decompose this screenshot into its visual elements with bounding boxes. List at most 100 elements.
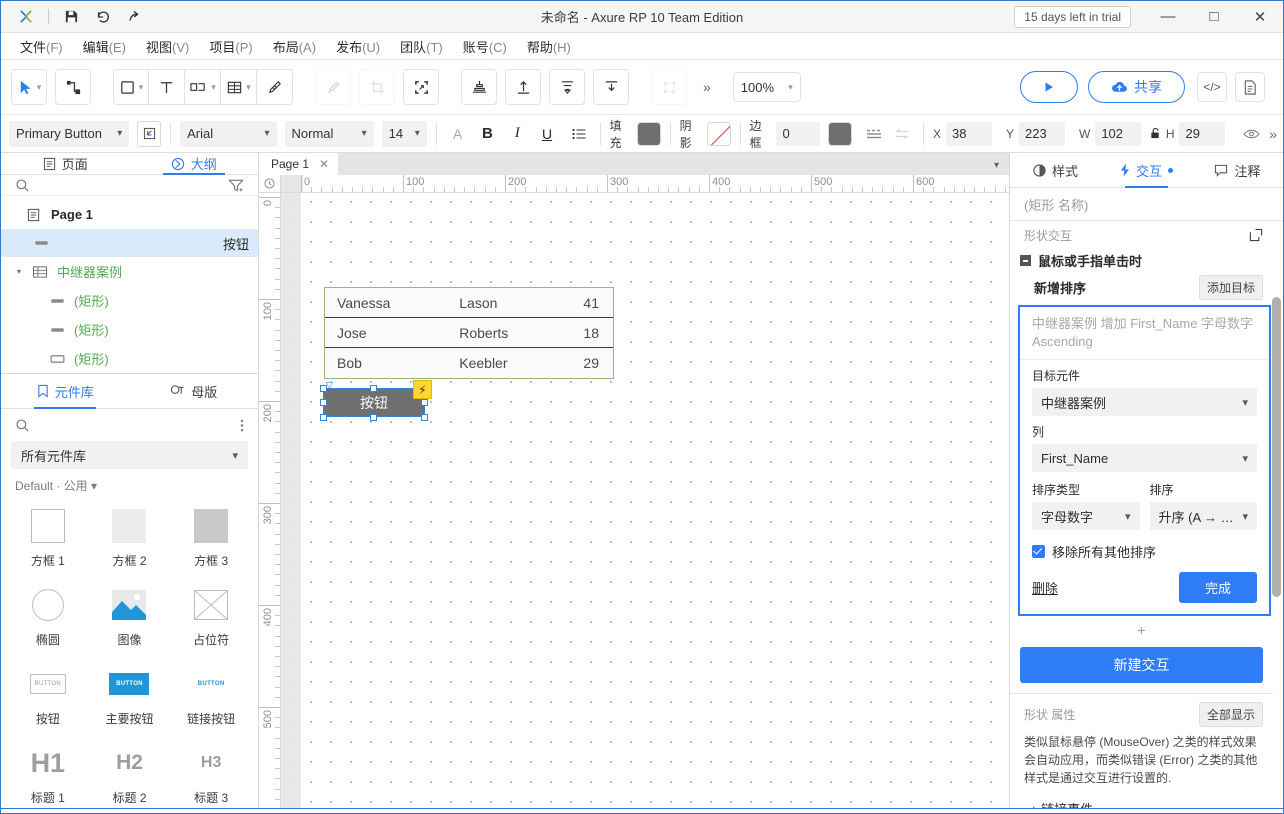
tree-item-page1[interactable]: Page 1 <box>1 200 258 229</box>
tree-item-button[interactable]: 按钮 <box>1 229 258 257</box>
menu-view[interactable]: 视图(V) <box>137 33 198 60</box>
share-button[interactable]: 共享 <box>1088 71 1185 103</box>
font-family-select[interactable]: Arial ▾ <box>180 121 276 147</box>
menu-edit[interactable]: 编辑(E) <box>74 33 135 60</box>
tree-item-rect-2[interactable]: (矩形) <box>1 315 258 344</box>
resize-handle-s[interactable] <box>370 414 377 421</box>
align-group-icon[interactable] <box>461 69 497 105</box>
more-vertical-icon[interactable] <box>240 418 244 433</box>
italic-icon[interactable]: I <box>505 121 529 147</box>
library-select[interactable]: 所有元件库 ▾ <box>11 441 248 469</box>
w-input[interactable] <box>1095 122 1141 146</box>
filter-add-icon[interactable] <box>228 178 244 193</box>
ruler-corner-button[interactable] <box>259 175 281 193</box>
minimize-button[interactable]: — <box>1145 1 1191 33</box>
sort-type-select[interactable]: 字母数字 ▾ <box>1032 502 1140 530</box>
border-width-input[interactable] <box>776 122 820 146</box>
lightning-icon[interactable]: ⚡ <box>413 380 432 399</box>
search-icon[interactable] <box>15 178 30 193</box>
zoom-select[interactable]: 100% ▾ <box>733 72 801 102</box>
widget-ellipse[interactable]: 椭圆 <box>7 583 89 648</box>
selected-button-widget[interactable]: 按钮 <box>323 388 425 417</box>
tab-masters[interactable]: 母版 <box>130 374 259 408</box>
menu-account[interactable]: 账号(C) <box>454 33 516 60</box>
preview-button[interactable] <box>1020 71 1078 103</box>
dynamic-panel-tool-icon[interactable]: ▾ <box>185 69 221 105</box>
propbar-overflow-button[interactable]: » <box>1263 126 1283 142</box>
undo-icon[interactable] <box>88 4 118 30</box>
text-tool-icon[interactable] <box>149 69 185 105</box>
widget-h3[interactable]: H3 标题 3 <box>170 741 252 806</box>
distribute-icon[interactable] <box>549 69 585 105</box>
h-input[interactable] <box>1179 122 1225 146</box>
style-preset-select[interactable]: Primary Button ▾ <box>9 121 129 147</box>
trial-badge[interactable]: 15 days left in trial <box>1014 6 1131 28</box>
close-icon[interactable]: ✕ <box>319 157 329 171</box>
border-style-icon[interactable] <box>862 121 886 147</box>
rectangle-tool-icon[interactable]: ▾ <box>113 69 149 105</box>
chevron-down-icon[interactable]: ▾ <box>246 82 251 93</box>
select-tool-icon[interactable]: ▾ <box>11 69 47 105</box>
show-all-button[interactable]: 全部显示 <box>1199 702 1263 727</box>
bring-to-front-icon[interactable] <box>593 69 629 105</box>
resize-handle-se[interactable] <box>421 414 428 421</box>
add-action-button[interactable]: + <box>1010 616 1273 642</box>
new-interaction-button[interactable]: 新建交互 <box>1020 647 1263 683</box>
tab-interactions[interactable]: 交互 <box>1101 153 1192 187</box>
widget-h1[interactable]: H1 标题 1 <box>7 741 89 806</box>
close-button[interactable]: ✕ <box>1237 1 1283 33</box>
maximize-button[interactable]: □ <box>1191 1 1237 33</box>
border-color-swatch[interactable] <box>828 122 852 146</box>
widget-placeholder[interactable]: 占位符 <box>170 583 252 648</box>
horizontal-ruler[interactable]: 01002003004005006007 <box>281 175 1009 193</box>
vertical-ruler[interactable]: 0100200300400500600 <box>259 193 281 808</box>
widget-image[interactable]: 图像 <box>89 583 171 648</box>
table-row[interactable]: Bob Keebler 29 <box>325 348 613 378</box>
chevron-down-icon[interactable]: ▾ <box>37 82 42 93</box>
link-event-button[interactable]: + 链接事件 <box>1010 787 1273 808</box>
align-top-icon[interactable] <box>505 69 541 105</box>
visibility-eye-icon[interactable] <box>1239 121 1263 147</box>
column-select[interactable]: First_Name ▾ <box>1032 444 1257 472</box>
widget-button[interactable]: BUTTON 按钮 <box>7 662 89 727</box>
widget-box2[interactable]: 方框 2 <box>89 504 171 569</box>
tab-notes[interactable]: 注释 <box>1192 153 1283 187</box>
resize-handle-e[interactable] <box>421 399 428 406</box>
table-tool-icon[interactable]: ▾ <box>221 69 257 105</box>
table-row[interactable]: Jose Roberts 18 <box>325 318 613 348</box>
widget-h2[interactable]: H2 标题 2 <box>89 741 171 806</box>
widget-name-input[interactable]: (矩形 名称) <box>1010 188 1283 221</box>
lock-aspect-icon[interactable] <box>1147 121 1163 147</box>
tree-expander[interactable]: ▾ <box>17 267 29 276</box>
toolbar-overflow-button[interactable]: » <box>695 79 719 95</box>
library-category-label[interactable]: Default · 公用 ▾ <box>1 477 258 502</box>
delete-action-link[interactable]: 删除 <box>1032 578 1058 597</box>
remove-other-sorts-checkbox[interactable]: 移除所有其他排序 <box>1020 530 1269 561</box>
widget-primary-button[interactable]: BUTTON 主要按钮 <box>89 662 171 727</box>
menu-layout[interactable]: 布局(A) <box>264 33 325 60</box>
done-button[interactable]: 完成 <box>1179 572 1257 603</box>
search-icon[interactable] <box>15 418 30 433</box>
event-mouse-click[interactable]: 鼠标或手指单击时 <box>1010 249 1273 272</box>
redo-icon[interactable] <box>120 4 150 30</box>
transform-tool-icon[interactable] <box>403 69 439 105</box>
widget-box1[interactable]: 方框 1 <box>7 504 89 569</box>
menu-file[interactable]: 文件(F) <box>11 33 72 60</box>
resize-handle-w[interactable] <box>320 399 327 406</box>
tab-pages[interactable]: 页面 <box>1 153 130 174</box>
underline-icon[interactable]: U <box>535 121 559 147</box>
bold-icon[interactable]: B <box>476 121 500 147</box>
y-input[interactable] <box>1019 122 1065 146</box>
font-color-icon[interactable]: A <box>446 121 470 147</box>
menu-help[interactable]: 帮助(H) <box>518 33 580 60</box>
menu-project[interactable]: 项目(P) <box>200 33 261 60</box>
page-tab-page1[interactable]: Page 1 ✕ <box>259 153 338 175</box>
tree-item-repeater[interactable]: ▾ 中继器案例 <box>1 257 258 286</box>
chevron-down-icon[interactable]: ▾ <box>139 82 144 93</box>
font-size-select[interactable]: 14 ▾ <box>382 121 427 147</box>
repeater-table[interactable]: Vanessa Lason 41 Jose Roberts 18 Bob Kee… <box>324 287 614 379</box>
x-input[interactable] <box>946 122 992 146</box>
font-weight-select[interactable]: Normal ▾ <box>285 121 374 147</box>
menu-publish[interactable]: 发布(U) <box>327 33 389 60</box>
save-icon[interactable] <box>56 4 86 30</box>
